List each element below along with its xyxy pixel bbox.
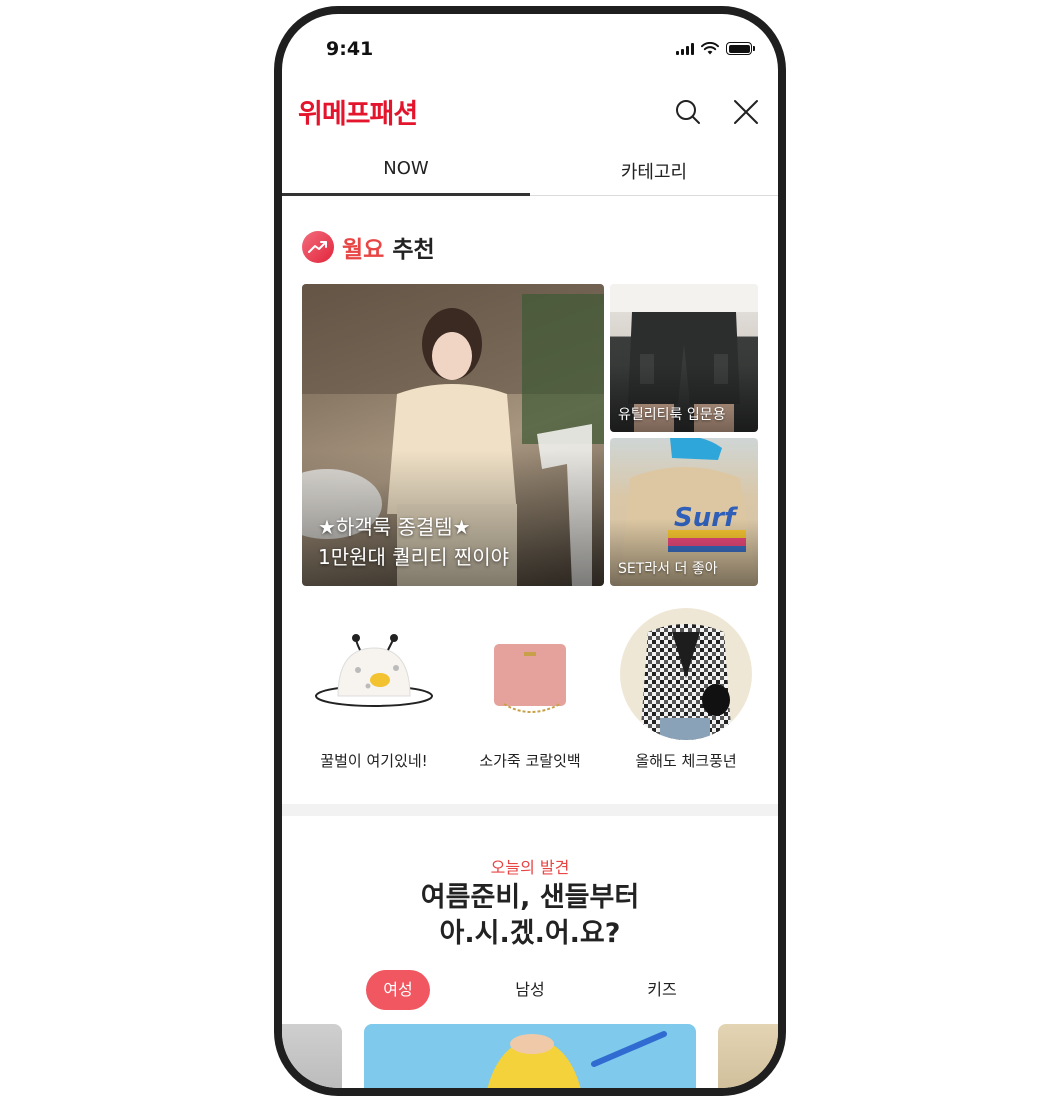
check-jacket-image (620, 608, 752, 740)
top-tabs: NOW 카테고리 (282, 144, 778, 196)
circle-label-1: 꿀벌이 여기있네! (320, 752, 428, 770)
phone-frame: 9:41 위메프패션 NOW 카테고리 월요 추천 ★하객룩 종결템★ 1만원대… (274, 6, 786, 1096)
wifi-icon (701, 42, 719, 55)
recommend-side-tile-2[interactable]: Surf SET라서 더 좋아 (610, 438, 758, 586)
recommend-main-tile[interactable]: ★하객룩 종결템★ 1만원대 퀄리티 찐이야 (302, 284, 604, 586)
gender-chips: 여성 남성 키즈 (282, 970, 778, 1010)
search-icon[interactable] (674, 98, 702, 126)
circle-label-3: 올해도 체크풍년 (635, 752, 737, 770)
discovery-title: 여름준비, 샌들부터 아.시.겠.어.요? (282, 880, 778, 952)
app-screen: 9:41 위메프패션 NOW 카테고리 월요 추천 ★하객룩 종결템★ 1만원대… (282, 14, 778, 1088)
status-icons (676, 42, 755, 55)
close-icon[interactable] (732, 98, 760, 126)
battery-icon (726, 42, 755, 55)
bee-hat-image (308, 608, 440, 740)
tab-category[interactable]: 카테고리 (530, 144, 778, 195)
coral-bag-image (464, 608, 596, 740)
circle-item-bee-hat[interactable]: 꿀벌이 여기있네! (308, 608, 440, 771)
circle-item-check-jacket[interactable]: 올해도 체크풍년 (620, 608, 752, 771)
discovery-subtitle: 오늘의 발견 (490, 858, 570, 877)
carousel-card-current[interactable] (364, 1024, 696, 1088)
main-caption-line2: 1만원대 퀄리티 찐이야 (318, 545, 510, 569)
trending-up-icon (302, 231, 334, 263)
chip-men[interactable]: 남성 (498, 970, 562, 1010)
carousel-card-prev[interactable] (282, 1024, 342, 1088)
carousel-card-next[interactable] (718, 1024, 778, 1088)
sandal-model-photo (487, 1031, 667, 1088)
discovery-title-line2: 아.시.겠.어.요? (439, 918, 621, 949)
chip-women[interactable]: 여성 (366, 970, 430, 1010)
cellular-signal-icon (676, 42, 694, 55)
circle-item-coral-bag[interactable]: 소가죽 코랄잇백 (464, 608, 596, 771)
section-divider (282, 804, 778, 816)
recommend-side-tile-1[interactable]: 유틸리티룩 입문용 (610, 284, 758, 432)
section-title-recommend: 월요 추천 (302, 230, 435, 264)
title-highlight: 월요 (342, 237, 385, 263)
side-tile-2-caption: SET라서 더 좋아 (618, 561, 718, 577)
main-tile-caption: ★하객룩 종결템★ 1만원대 퀄리티 찐이야 (318, 512, 509, 572)
status-time: 9:41 (326, 38, 374, 60)
title-rest: 추천 (392, 237, 435, 263)
tab-now[interactable]: NOW (282, 144, 530, 196)
status-bar: 9:41 (282, 14, 778, 74)
circle-label-2: 소가죽 코랄잇백 (479, 752, 581, 770)
main-caption-line1: ★하객룩 종결템★ (318, 515, 471, 539)
brand-logo[interactable]: 위메프패션 (298, 92, 418, 131)
side-tile-1-caption: 유틸리티룩 입문용 (618, 407, 726, 423)
discovery-title-line1: 여름준비, 샌들부터 (420, 882, 640, 913)
chip-kids[interactable]: 키즈 (630, 970, 694, 1010)
